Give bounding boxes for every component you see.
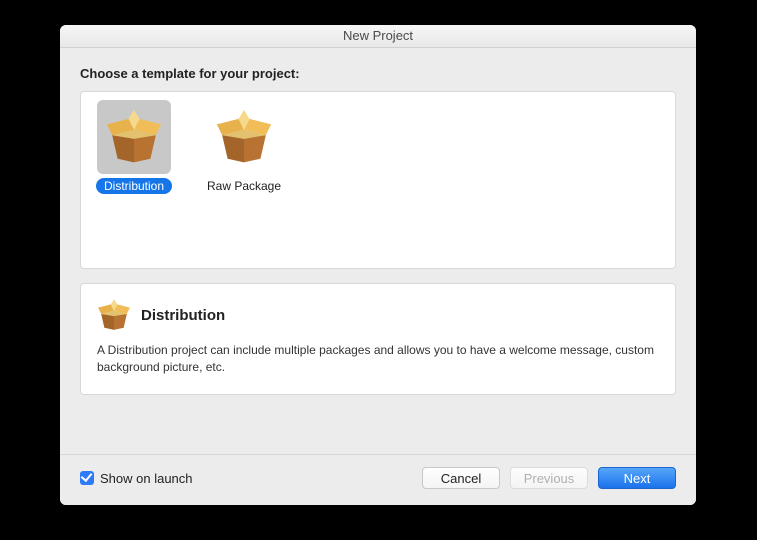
checkmark-icon — [80, 471, 94, 485]
dialog-footer: Show on launch Cancel Previous Next — [60, 454, 696, 505]
show-on-launch-checkbox[interactable]: Show on launch — [80, 471, 193, 486]
package-box-icon — [207, 100, 281, 174]
template-item-raw-package[interactable]: Raw Package — [199, 100, 289, 194]
package-box-icon — [97, 298, 131, 332]
template-item-distribution[interactable]: Distribution — [89, 100, 179, 194]
description-title: Distribution — [141, 307, 225, 324]
package-box-icon — [97, 100, 171, 174]
template-label: Raw Package — [199, 178, 289, 194]
cancel-button[interactable]: Cancel — [422, 467, 500, 489]
template-label: Distribution — [96, 178, 172, 194]
description-text: A Distribution project can include multi… — [97, 342, 659, 376]
window-title: New Project — [60, 25, 696, 48]
template-grid: Distribution Raw Package — [80, 91, 676, 269]
choose-template-heading: Choose a template for your project: — [80, 66, 676, 81]
previous-button: Previous — [510, 467, 588, 489]
checkbox-label: Show on launch — [100, 471, 193, 486]
new-project-window: New Project Choose a template for your p… — [60, 25, 696, 505]
next-button[interactable]: Next — [598, 467, 676, 489]
dialog-body: Choose a template for your project: Dist… — [60, 48, 696, 454]
description-panel: Distribution A Distribution project can … — [80, 283, 676, 395]
